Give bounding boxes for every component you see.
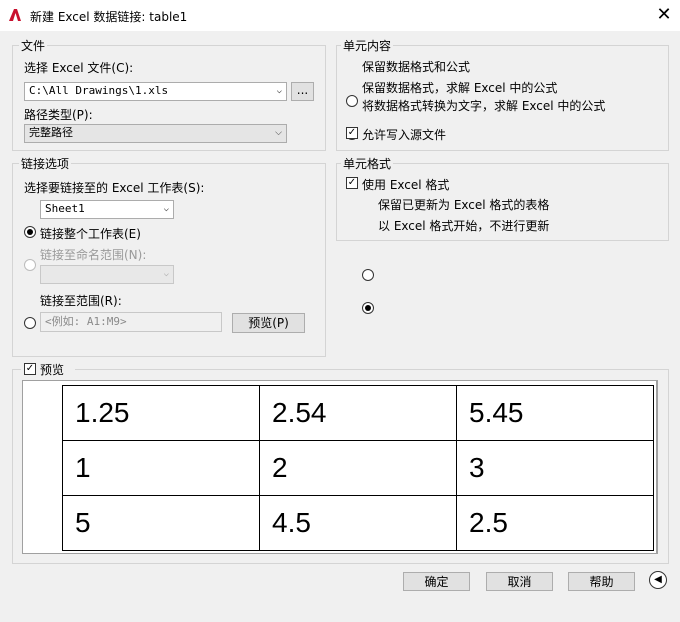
ok-button[interactable]: 确定 <box>403 572 470 591</box>
use-excel-format-label: 使用 Excel 格式 <box>362 178 450 192</box>
table-cell: 4.5 <box>259 495 457 551</box>
content-opt2-label: 保留数据格式，求解 Excel 中的公式 <box>362 81 558 95</box>
content-opt3-label: 将数据格式转换为文字，求解 Excel 中的公式 <box>362 99 606 113</box>
preview-button[interactable]: 预览(P) <box>232 313 305 333</box>
file-path-value: C:\All Drawings\1.xls <box>29 84 169 97</box>
chevron-down-icon: ⌵ <box>163 204 169 214</box>
link-whole-sheet-label: 链接整个工作表(E) <box>40 227 141 241</box>
link-range-label: 链接至范围(R): <box>40 294 122 308</box>
preview-table: 1.25 2.54 5.45 1 2 3 5 4.5 2.5 <box>62 385 654 551</box>
preview-scroll-edge <box>656 380 658 554</box>
content-opt1-radio[interactable] <box>346 95 358 107</box>
start-no-update-label: 以 Excel 格式开始，不进行更新 <box>378 219 550 233</box>
cell-format-legend: 单元格式 <box>341 155 394 172</box>
path-type-value: 完整路径 <box>29 126 73 139</box>
table-cell: 3 <box>456 440 654 496</box>
sheet-value: Sheet1 <box>45 202 85 215</box>
table-cell: 2.5 <box>456 495 654 551</box>
close-icon[interactable]: ✕ <box>653 3 675 27</box>
expand-collapse-icon[interactable]: ◀ <box>649 571 667 589</box>
allow-write-checkbox[interactable]: ✓ <box>346 127 358 139</box>
chevron-down-icon: ⌵ <box>276 86 282 96</box>
table-cell: 5.45 <box>456 385 654 441</box>
file-group-legend: 文件 <box>19 37 48 54</box>
table-row: 5 4.5 2.5 <box>62 495 654 551</box>
table-row: 1.25 2.54 5.45 <box>62 385 654 441</box>
table-cell: 1 <box>62 440 260 496</box>
table-cell: 1.25 <box>62 385 260 441</box>
path-type-label: 路径类型(P): <box>24 108 93 122</box>
sheet-label: 选择要链接至的 Excel 工作表(S): <box>24 181 205 195</box>
link-named-range-radio[interactable] <box>24 259 36 271</box>
preview-checkbox[interactable]: ✓ <box>24 363 36 375</box>
select-file-label: 选择 Excel 文件(C): <box>24 61 134 75</box>
table-cell: 2.54 <box>259 385 457 441</box>
path-type-combo[interactable]: 完整路径 ⌵ <box>24 124 287 143</box>
chevron-down-icon: ⌵ <box>163 269 169 279</box>
named-range-combo[interactable]: ⌵ <box>40 265 174 284</box>
help-button[interactable]: 帮助 <box>568 572 635 591</box>
range-input[interactable]: <例如: A1:M9> <box>40 312 222 332</box>
expand-glyph: ◀ <box>654 574 662 585</box>
autocad-logo-icon <box>9 9 21 21</box>
link-named-range-label: 链接至命名范围(N): <box>40 248 147 262</box>
link-range-radio[interactable] <box>24 317 36 329</box>
table-row: 1 2 3 <box>62 440 654 496</box>
link-options-legend: 链接选项 <box>19 155 72 172</box>
link-whole-sheet-radio[interactable] <box>24 226 36 238</box>
sheet-combo[interactable]: Sheet1 ⌵ <box>40 200 174 219</box>
cell-content-legend: 单元内容 <box>341 37 394 54</box>
browse-button[interactable]: ... <box>291 82 314 101</box>
allow-write-label: 允许写入源文件 <box>362 128 447 142</box>
table-cell: 5 <box>62 495 260 551</box>
chevron-down-icon: ⌵ <box>275 128 282 138</box>
table-cell: 2 <box>259 440 457 496</box>
start-no-update-radio[interactable] <box>362 302 374 314</box>
keep-updated-radio[interactable] <box>362 269 374 281</box>
cancel-button[interactable]: 取消 <box>486 572 553 591</box>
window-title: 新建 Excel 数据链接: table1 <box>30 10 188 24</box>
keep-updated-label: 保留已更新为 Excel 格式的表格 <box>378 198 550 212</box>
file-path-combo[interactable]: C:\All Drawings\1.xls ⌵ <box>24 82 287 101</box>
use-excel-format-checkbox[interactable]: ✓ <box>346 177 358 189</box>
preview-label: 预览 <box>40 363 65 377</box>
content-opt1-label: 保留数据格式和公式 <box>362 60 471 74</box>
